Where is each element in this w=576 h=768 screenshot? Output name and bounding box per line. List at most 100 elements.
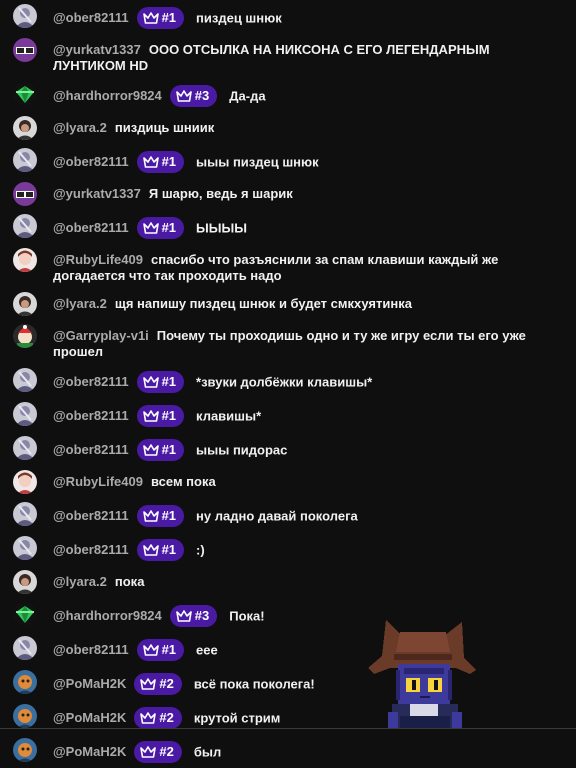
author-name[interactable]: @PoMaH2K: [53, 710, 126, 725]
rank-badge-label: #2: [159, 710, 174, 725]
rank-badge: #3: [169, 605, 218, 627]
author-avatar[interactable]: [13, 4, 37, 28]
message-text: крутой стрим: [193, 710, 281, 726]
author-avatar[interactable]: [13, 602, 37, 626]
author-avatar[interactable]: [13, 214, 37, 238]
author-avatar[interactable]: [13, 116, 37, 140]
crown-icon: [175, 90, 192, 102]
crown-icon: [142, 510, 159, 522]
message-text: Я шарю, ведь я шарик: [148, 186, 293, 201]
message-text: ыыы пиздец шнюк: [196, 154, 319, 170]
author-avatar[interactable]: [13, 248, 37, 272]
message-body: @lyara.2 щя напишу пиздец шнюк и будет см…: [53, 292, 412, 312]
chat-message: @lyara.2 пока: [0, 566, 576, 598]
chat-divider: [0, 728, 576, 729]
rank-badge: #2: [134, 741, 182, 763]
rank-badge: #1: [136, 539, 185, 561]
message-body: @lyara.2 пиздиць шниик: [53, 116, 214, 136]
message-text: пиздиць шниик: [114, 120, 215, 135]
rank-badge-label: #1: [161, 442, 177, 457]
author-avatar[interactable]: [13, 536, 37, 560]
rank-badge-label: #1: [161, 542, 177, 557]
rank-badge: #1: [136, 217, 185, 239]
author-name[interactable]: @ober82111: [53, 220, 129, 235]
author-avatar[interactable]: [13, 570, 37, 594]
author-name[interactable]: @hardhorror9824: [53, 608, 162, 623]
author-name[interactable]: @ober82111: [53, 642, 129, 657]
rank-badge-label: #3: [194, 608, 210, 623]
chat-message: @RubyLife409 спасибо что разъяснили за сп…: [0, 244, 576, 288]
chat-message: @ober82111 #1 клавишы*: [0, 398, 576, 432]
rank-badge-label: #1: [161, 374, 177, 389]
author-avatar[interactable]: [13, 436, 37, 460]
author-avatar[interactable]: [13, 470, 37, 494]
author-name[interactable]: @yurkatv1337: [53, 42, 141, 57]
author-name[interactable]: @ober82111: [53, 542, 129, 557]
crown-icon: [140, 678, 157, 690]
author-name[interactable]: @yurkatv1337: [53, 186, 141, 201]
author-name[interactable]: @hardhorror9824: [53, 88, 162, 103]
author-name[interactable]: @PoMaH2K: [53, 744, 126, 759]
rank-badge-label: #2: [159, 676, 174, 691]
author-avatar[interactable]: [13, 636, 37, 660]
author-avatar[interactable]: [13, 670, 37, 694]
author-name[interactable]: @lyara.2: [53, 574, 107, 589]
author-name[interactable]: @PoMaH2K: [53, 676, 126, 691]
rank-badge: #2: [134, 707, 182, 729]
message-text: Пока!: [229, 608, 265, 624]
rank-badge-label: #2: [159, 744, 174, 759]
author-name[interactable]: @ober82111: [53, 154, 129, 169]
author-name[interactable]: @ober82111: [53, 10, 129, 25]
author-avatar[interactable]: [13, 38, 37, 62]
rank-badge-label: #1: [161, 10, 177, 25]
rank-badge: #1: [136, 439, 185, 461]
chat-message: @ober82111 #1 ну ладно давай поколега: [0, 498, 576, 532]
author-name[interactable]: @Garryplay-v1i: [53, 328, 149, 343]
author-name[interactable]: @ober82111: [53, 508, 129, 523]
author-name[interactable]: @ober82111: [53, 408, 129, 423]
author-name[interactable]: @RubyLife409: [53, 252, 143, 267]
author-avatar[interactable]: [13, 148, 37, 172]
author-avatar[interactable]: [13, 368, 37, 392]
author-name[interactable]: @RubyLife409: [53, 474, 143, 489]
author-name[interactable]: @lyara.2: [53, 296, 107, 311]
message-body: @ober82111 #1 пиздец шнюк: [53, 4, 282, 30]
author-avatar[interactable]: [13, 182, 37, 206]
message-text: пока: [114, 574, 145, 589]
author-avatar[interactable]: [13, 292, 37, 316]
message-text: всем пока: [150, 474, 216, 489]
message-text: ыыы пидорас: [196, 442, 288, 458]
rank-badge: #1: [136, 371, 185, 393]
message-body: @ober82111 #1 *звуки долбёжки клавишы*: [53, 368, 372, 394]
message-text: ну ладно давай поколега: [196, 508, 358, 524]
chat-message: @lyara.2 щя напишу пиздец шнюк и будет см…: [0, 288, 576, 320]
message-text: :): [196, 542, 205, 558]
crown-icon: [142, 644, 159, 656]
crown-icon: [142, 222, 159, 234]
author-avatar[interactable]: [13, 324, 37, 348]
message-text: клавишы*: [196, 408, 262, 424]
author-name[interactable]: @ober82111: [53, 442, 129, 457]
rank-badge: #1: [136, 7, 185, 29]
author-avatar[interactable]: [13, 738, 37, 762]
rank-badge: #1: [136, 639, 185, 661]
author-avatar[interactable]: [13, 82, 37, 106]
message-text: *звуки долбёжки клавишы*: [196, 374, 373, 390]
chat-message: @RubyLife409 всем пока: [0, 466, 576, 498]
rank-badge-label: #3: [194, 88, 210, 103]
author-name[interactable]: @ober82111: [53, 374, 129, 389]
author-avatar[interactable]: [13, 704, 37, 728]
message-body: @hardhorror9824 #3 Да-да: [53, 82, 266, 108]
rank-badge: #1: [136, 505, 185, 527]
chat-message: @yurkatv1337 ООО ОТСЫЛКА НА НИКСОНА С ЕГО…: [0, 34, 576, 78]
author-avatar[interactable]: [13, 402, 37, 426]
message-body: @RubyLife409 всем пока: [53, 470, 216, 490]
crown-icon: [142, 12, 159, 24]
author-name[interactable]: @lyara.2: [53, 120, 107, 135]
crown-icon: [142, 444, 159, 456]
message-body: @ober82111 #1 ыыы пидорас: [53, 436, 287, 462]
message-body: @PoMaH2K #2 был: [53, 738, 221, 764]
rank-badge: #1: [136, 151, 185, 173]
author-avatar[interactable]: [13, 502, 37, 526]
message-text: ЫЫЫЫ: [196, 220, 247, 236]
